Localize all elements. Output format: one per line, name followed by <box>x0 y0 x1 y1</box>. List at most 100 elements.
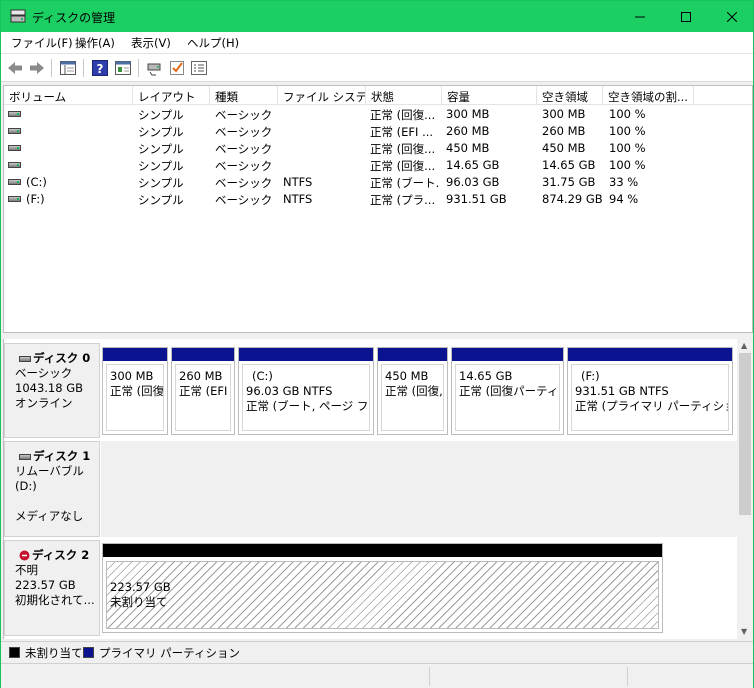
partition-block[interactable]: 14.65 GB 正常 (回復パーティシ <box>451 347 564 435</box>
disk-management-icon <box>10 9 26 23</box>
partition-size: 14.65 GB <box>459 369 513 383</box>
volume-capacity: 300 MB <box>446 107 490 121</box>
vertical-scrollbar[interactable]: ▲ ▼ <box>737 339 753 639</box>
volume-row[interactable]: シンプル ベーシック 正常 (回復... 14.65 GB 14.65 GB 1… <box>4 157 752 174</box>
volume-free-space: 31.75 GB <box>542 175 596 189</box>
partition-block[interactable]: (C:) 96.03 GB NTFS 正常 (ブート, ページ ファイル <box>238 347 374 435</box>
volume-type: ベーシック <box>215 159 273 173</box>
partition-size: 96.03 GB NTFS <box>246 384 333 398</box>
volume-filesystem: NTFS <box>283 192 313 206</box>
disk-2-label[interactable]: ディスク 2 不明 223.57 GB 初期化されて... <box>4 540 100 636</box>
volume-row[interactable]: (C:) シンプル ベーシック NTFS 正常 (ブート... 96.03 GB… <box>4 174 752 191</box>
disk-state: メディアなし <box>15 509 84 523</box>
disk-kind: ベーシック <box>15 366 73 380</box>
forward-arrow-icon[interactable] <box>28 59 46 77</box>
properties-icon[interactable] <box>114 59 132 77</box>
unallocated-block[interactable]: 223.57 GB 未割り当て <box>102 543 663 633</box>
drive-icon <box>8 111 21 117</box>
volume-capacity: 931.51 GB <box>446 192 507 206</box>
scrollbar-thumb[interactable] <box>739 353 751 515</box>
volume-name: (F:) <box>26 192 45 206</box>
disk-0-label[interactable]: ディスク 0 ベーシック 1043.18 GB オンライン <box>4 343 100 438</box>
volume-status: 正常 (回復... <box>370 159 436 173</box>
partition-block[interactable]: 260 MB 正常 (EFI · <box>171 347 235 435</box>
volume-list[interactable]: ボリューム レイアウト 種類 ファイル システム 状態 容量 空き領域 空き領域… <box>3 85 753 333</box>
unallocated-label: 未割り当て <box>110 595 168 609</box>
primary-partition-bar <box>452 348 563 361</box>
back-arrow-icon[interactable] <box>6 59 24 77</box>
legend-primary-swatch <box>83 647 94 658</box>
drive-icon <box>8 145 21 151</box>
column-header-volume[interactable]: ボリューム <box>4 86 133 105</box>
volume-row[interactable]: シンプル ベーシック 正常 (EFI ... 260 MB 260 MB 100… <box>4 123 752 140</box>
volume-free-percent: 33 % <box>609 175 639 189</box>
volume-status: 正常 (回復... <box>370 108 436 122</box>
connect-icon[interactable] <box>146 59 164 77</box>
volume-filesystem: NTFS <box>283 175 313 189</box>
menu-view[interactable]: 表示(V) <box>131 35 171 51</box>
partition-status: 正常 (プライマリ パーティション) <box>575 399 728 413</box>
column-header-layout[interactable]: レイアウト <box>133 86 210 105</box>
volume-layout: シンプル <box>138 159 184 173</box>
help-icon[interactable]: ? <box>91 59 109 77</box>
volume-row[interactable]: (F:) シンプル ベーシック NTFS 正常 (プラ... 931.51 GB… <box>4 191 752 208</box>
volume-row[interactable]: シンプル ベーシック 正常 (回復... 300 MB 300 MB 100 % <box>4 106 752 123</box>
legend-unallocated-swatch <box>9 647 20 658</box>
drive-icon <box>8 162 21 168</box>
status-separator <box>627 667 628 686</box>
disk-1-empty-area <box>101 441 737 537</box>
scroll-down-icon[interactable]: ▼ <box>741 627 747 636</box>
list-header: ボリューム レイアウト 種類 ファイル システム 状態 容量 空き領域 空き領域… <box>4 86 752 105</box>
partition-block[interactable]: 300 MB 正常 (回復 <box>102 347 168 435</box>
column-header-filesystem[interactable]: ファイル システム <box>278 86 366 105</box>
maximize-button[interactable] <box>663 1 709 32</box>
partition-status: 正常 (回復パーティシ <box>459 384 560 398</box>
legend-primary-label: プライマリ パーティション <box>99 646 240 660</box>
primary-partition-bar <box>103 348 167 361</box>
disk-1-label[interactable]: ディスク 1 リムーバブル (D:) メディアなし <box>4 441 100 537</box>
volume-free-space: 260 MB <box>542 124 586 138</box>
unallocated-hatch: 223.57 GB 未割り当て <box>106 561 659 629</box>
unallocated-bar <box>103 544 662 557</box>
menu-file[interactable]: ファイル(F) <box>11 35 73 51</box>
volume-capacity: 450 MB <box>446 141 490 155</box>
menu-action[interactable]: 操作(A) <box>75 35 115 51</box>
partition-block[interactable]: (F:) 931.51 GB NTFS 正常 (プライマリ パーティション) <box>567 347 733 435</box>
unallocated-size: 223.57 GB <box>110 580 171 594</box>
title-bar[interactable]: ディスクの管理 <box>1 1 753 32</box>
partition-block[interactable]: 450 MB 正常 (回復, <box>377 347 448 435</box>
volume-type: ベーシック <box>215 193 273 207</box>
partition-size: 450 MB <box>385 369 429 383</box>
settings-list-icon[interactable] <box>190 59 208 77</box>
column-header-free-space[interactable]: 空き領域 <box>537 86 603 105</box>
column-header-type[interactable]: 種類 <box>210 86 278 105</box>
column-header-status[interactable]: 状態 <box>366 86 442 105</box>
error-icon <box>19 550 30 561</box>
disk-size: 223.57 GB <box>15 578 76 592</box>
minimize-button[interactable] <box>617 1 663 32</box>
menu-help[interactable]: ヘルプ(H) <box>187 35 239 51</box>
volume-status: 正常 (ブート... <box>370 176 440 190</box>
console-tree-icon[interactable] <box>59 59 77 77</box>
volume-free-percent: 100 % <box>609 124 646 138</box>
drive-icon <box>8 128 21 134</box>
disk-name: ディスク 1 <box>33 449 91 463</box>
volume-status: 正常 (回復... <box>370 142 436 156</box>
volume-layout: シンプル <box>138 142 184 156</box>
primary-partition-bar <box>239 348 373 361</box>
disk-name: ディスク 2 <box>32 548 90 562</box>
legend-bar: 未割り当て プライマリ パーティション <box>1 641 753 662</box>
volume-row[interactable]: シンプル ベーシック 正常 (回復... 450 MB 450 MB 100 % <box>4 140 752 157</box>
disk-size: 1043.18 GB <box>15 381 84 395</box>
volume-free-space: 874.29 GB <box>542 192 603 206</box>
toolbar: ? <box>1 53 753 82</box>
check-icon[interactable] <box>168 59 186 77</box>
disk-kind: リムーバブル (D:) <box>15 464 84 493</box>
column-header-capacity[interactable]: 容量 <box>442 86 537 105</box>
column-header-free-percent[interactable]: 空き領域の割... <box>603 86 694 105</box>
disk-icon <box>19 355 31 362</box>
primary-partition-bar <box>172 348 234 361</box>
toolbar-separator <box>51 59 52 77</box>
scroll-up-icon[interactable]: ▲ <box>741 341 747 350</box>
close-button[interactable] <box>709 1 754 32</box>
